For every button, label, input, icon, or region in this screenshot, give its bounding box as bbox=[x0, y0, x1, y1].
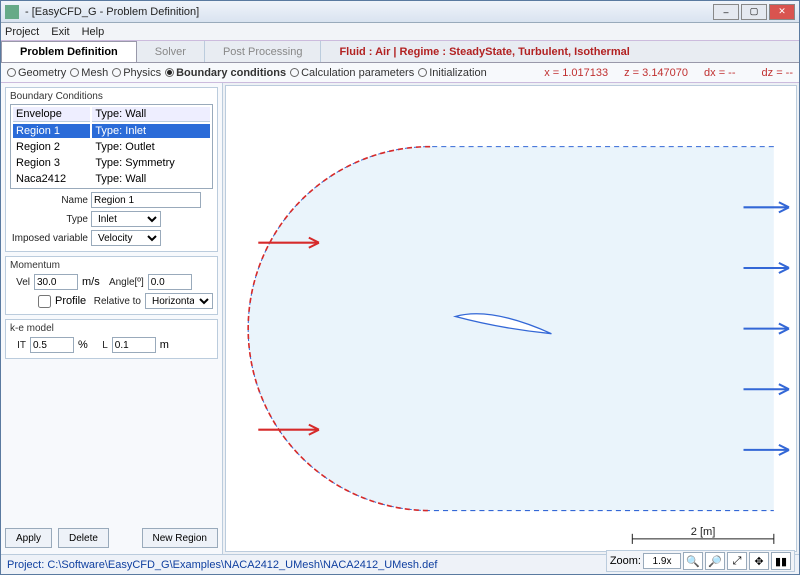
it-unit: % bbox=[78, 339, 88, 351]
geometry-canvas[interactable]: 2 [m] bbox=[225, 85, 797, 552]
angle-label: Angle[º] bbox=[104, 277, 144, 288]
l-field[interactable] bbox=[112, 337, 156, 353]
app-icon bbox=[5, 5, 19, 19]
subtab-boundary-conditions[interactable]: Boundary conditions bbox=[165, 67, 286, 79]
subtab-initialization[interactable]: Initialization bbox=[418, 67, 486, 79]
relative-label: Relative to bbox=[90, 296, 141, 307]
zoom-in-icon: 🔍 bbox=[686, 555, 700, 568]
pan-icon: ✥ bbox=[754, 555, 763, 568]
bc-row[interactable]: Region 2Type: Outlet bbox=[13, 140, 210, 154]
properties-panel: Boundary Conditions EnvelopeType: Wall R… bbox=[1, 83, 223, 554]
menu-help[interactable]: Help bbox=[82, 26, 105, 38]
vel-field[interactable] bbox=[34, 274, 78, 290]
ke-legend: k-e model bbox=[10, 323, 213, 334]
bc-col-type: Type: Wall bbox=[92, 107, 210, 122]
boundary-conditions-group: Boundary Conditions EnvelopeType: Wall R… bbox=[5, 87, 218, 252]
imposed-label: Imposed variable bbox=[10, 233, 88, 244]
relative-select[interactable]: Horizontal bbox=[145, 293, 213, 309]
zoom-out-button[interactable]: 🔎 bbox=[705, 552, 725, 570]
bc-legend: Boundary Conditions bbox=[10, 91, 213, 102]
subtab-mesh[interactable]: Mesh bbox=[70, 67, 108, 79]
maximize-button[interactable]: ▢ bbox=[741, 4, 767, 20]
zoom-label: Zoom: bbox=[610, 555, 641, 567]
menubar: Project Exit Help bbox=[1, 23, 799, 41]
window-title: - [EasyCFD_G - Problem Definition] bbox=[25, 6, 711, 18]
tab-post-processing[interactable]: Post Processing bbox=[205, 41, 321, 62]
profile-label: Profile bbox=[55, 295, 86, 307]
titlebar: - [EasyCFD_G - Problem Definition] – ▢ ✕ bbox=[1, 1, 799, 23]
bc-col-name: Envelope bbox=[13, 107, 90, 122]
it-field[interactable] bbox=[30, 337, 74, 353]
angle-field[interactable] bbox=[148, 274, 192, 290]
subtab-physics[interactable]: Physics bbox=[112, 67, 161, 79]
subtab-calculation-parameters[interactable]: Calculation parameters bbox=[290, 67, 414, 79]
scale-label: 2 [m] bbox=[691, 526, 716, 538]
momentum-legend: Momentum bbox=[10, 260, 213, 271]
chart-icon: ▮▮ bbox=[775, 555, 787, 568]
zoom-in-button[interactable]: 🔍 bbox=[683, 552, 703, 570]
panel-buttons: Apply Delete New Region bbox=[5, 526, 218, 550]
menu-project[interactable]: Project bbox=[5, 26, 39, 38]
momentum-group: Momentum Vel m/s Angle[º] Profile Relati… bbox=[5, 256, 218, 315]
subtab-geometry[interactable]: Geometry bbox=[7, 67, 66, 79]
name-field[interactable] bbox=[91, 192, 201, 208]
subtab-row: Geometry Mesh Physics Boundary condition… bbox=[1, 63, 799, 83]
app-window: - [EasyCFD_G - Problem Definition] – ▢ ✕… bbox=[0, 0, 800, 575]
zoom-toolbar: Zoom: 🔍 🔎 ⤢ ✥ ▮▮ bbox=[606, 550, 795, 572]
minimize-button[interactable]: – bbox=[713, 4, 739, 20]
tab-problem-definition[interactable]: Problem Definition bbox=[1, 41, 137, 62]
l-label: L bbox=[92, 340, 108, 351]
coord-dx: dx = -- bbox=[704, 67, 735, 79]
project-path: Project: C:\Software\EasyCFD_G\Examples\… bbox=[7, 559, 437, 571]
imposed-select[interactable]: Velocity bbox=[91, 230, 161, 246]
chart-button[interactable]: ▮▮ bbox=[771, 552, 791, 570]
bc-row[interactable]: Region 1Type: Inlet bbox=[13, 124, 210, 138]
type-select[interactable]: Inlet bbox=[91, 211, 161, 227]
tab-solver[interactable]: Solver bbox=[137, 41, 205, 62]
bc-region-list[interactable]: EnvelopeType: Wall Region 1Type: Inlet R… bbox=[10, 104, 213, 189]
it-label: IT bbox=[10, 340, 26, 351]
coord-x: x = 1.017133 bbox=[544, 67, 608, 79]
main-tabs: Problem Definition Solver Post Processin… bbox=[1, 41, 799, 63]
zoom-field[interactable] bbox=[643, 553, 681, 569]
delete-button[interactable]: Delete bbox=[58, 528, 109, 548]
new-region-button[interactable]: New Region bbox=[142, 528, 218, 548]
work-area: Boundary Conditions EnvelopeType: Wall R… bbox=[1, 83, 799, 554]
bc-row[interactable]: Region 3Type: Symmetry bbox=[13, 156, 210, 170]
zoom-out-icon: 🔎 bbox=[708, 555, 722, 568]
ke-model-group: k-e model IT % L m bbox=[5, 319, 218, 359]
menu-exit[interactable]: Exit bbox=[51, 26, 69, 38]
type-label: Type bbox=[10, 214, 88, 225]
vel-label: Vel bbox=[10, 277, 30, 288]
zoom-fit-button[interactable]: ⤢ bbox=[727, 552, 747, 570]
vel-unit: m/s bbox=[82, 276, 100, 288]
apply-button[interactable]: Apply bbox=[5, 528, 52, 548]
bc-row[interactable]: Naca2412Type: Wall bbox=[13, 172, 210, 186]
profile-checkbox[interactable] bbox=[38, 295, 51, 308]
close-button[interactable]: ✕ bbox=[769, 4, 795, 20]
fit-icon: ⤢ bbox=[733, 555, 742, 568]
l-unit: m bbox=[160, 339, 169, 351]
fluid-regime-info: Fluid : Air | Regime : SteadyState, Turb… bbox=[321, 41, 799, 62]
coord-z: z = 3.147070 bbox=[624, 67, 688, 79]
pan-button[interactable]: ✥ bbox=[749, 552, 769, 570]
coord-dz: dz = -- bbox=[762, 67, 793, 79]
name-label: Name bbox=[10, 195, 88, 206]
